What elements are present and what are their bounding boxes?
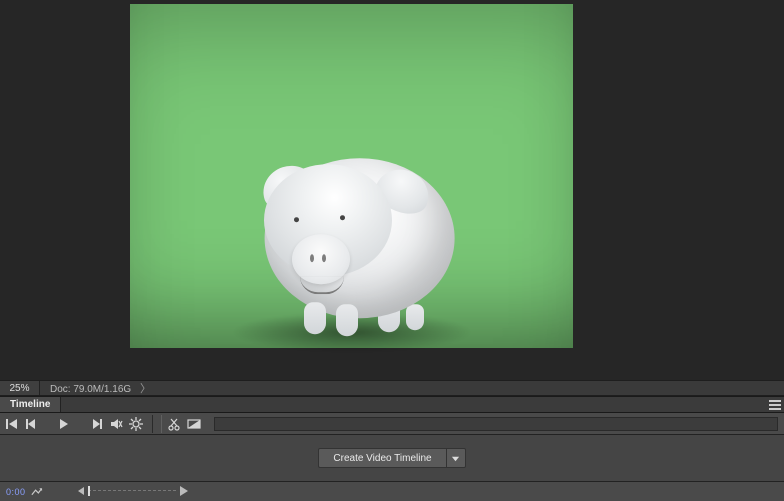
timeline-tab-bar: Timeline bbox=[0, 396, 784, 413]
mute-audio-button[interactable] bbox=[108, 416, 124, 432]
timeline-settings-button[interactable] bbox=[128, 416, 144, 432]
timeline-controls bbox=[0, 413, 784, 435]
document-image[interactable] bbox=[130, 4, 573, 348]
zoom-slider-thumb[interactable] bbox=[88, 486, 90, 496]
split-at-playhead-button[interactable] bbox=[166, 416, 182, 432]
photo-editor-window: 25% Doc: 79.0M/1.16G 〉 Timeline bbox=[0, 0, 784, 501]
timeline-track-area: Create Video Timeline bbox=[0, 435, 784, 481]
tab-timeline[interactable]: Timeline bbox=[0, 397, 61, 412]
zoom-in-icon[interactable] bbox=[180, 486, 188, 496]
go-to-first-frame-button[interactable] bbox=[4, 416, 20, 432]
go-to-previous-frame-button[interactable] bbox=[24, 416, 40, 432]
zoom-out-icon[interactable] bbox=[78, 487, 84, 495]
timeline-ruler[interactable] bbox=[214, 417, 778, 431]
go-to-next-frame-button[interactable] bbox=[88, 416, 104, 432]
timeline-footer: 0:00 bbox=[0, 481, 784, 501]
create-video-timeline-button[interactable]: Create Video Timeline bbox=[318, 448, 445, 468]
chevron-right-icon[interactable]: 〉 bbox=[140, 383, 151, 395]
create-video-timeline-group: Create Video Timeline bbox=[318, 448, 465, 468]
zoom-level[interactable]: 25% bbox=[0, 381, 40, 395]
canvas-viewport[interactable] bbox=[0, 0, 784, 380]
current-timecode[interactable]: 0:00 bbox=[6, 487, 26, 497]
timeline-zoom-slider[interactable] bbox=[78, 489, 188, 495]
status-bar: 25% Doc: 79.0M/1.16G 〉 bbox=[0, 380, 784, 396]
doc-size-text: Doc: 79.0M/1.16G bbox=[50, 384, 131, 395]
panel-menu-icon[interactable] bbox=[766, 397, 784, 412]
piggy-bank-illustration bbox=[222, 138, 482, 348]
document-size-info[interactable]: Doc: 79.0M/1.16G 〉 bbox=[40, 380, 161, 396]
select-transition-button[interactable] bbox=[186, 416, 202, 432]
play-button[interactable] bbox=[56, 416, 72, 432]
create-video-timeline-dropdown[interactable] bbox=[446, 448, 466, 468]
render-video-icon[interactable] bbox=[30, 485, 44, 499]
